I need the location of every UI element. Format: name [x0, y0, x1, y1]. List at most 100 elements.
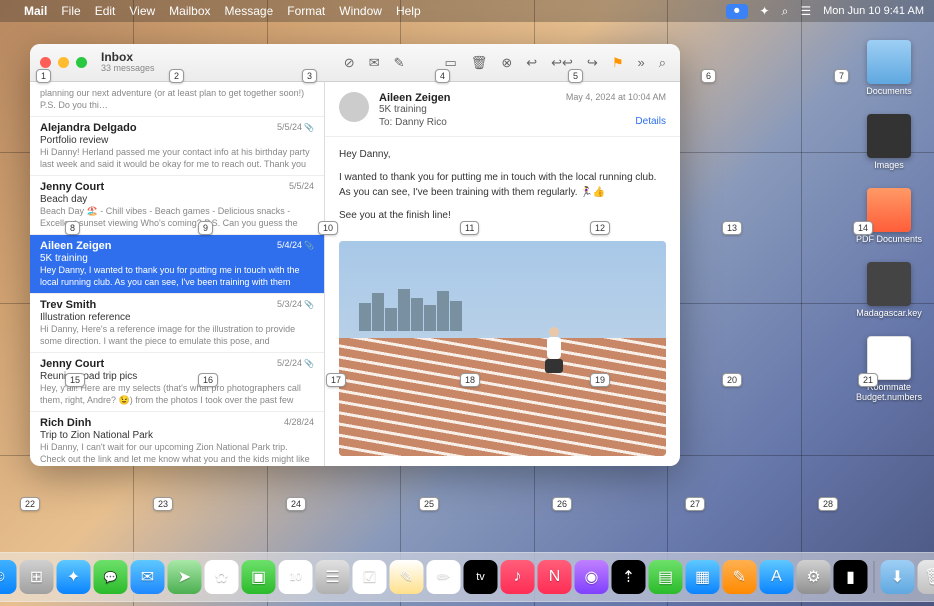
menubar-clock[interactable]: Mon Jun 10 9:41 AM [823, 5, 924, 17]
grid-number[interactable]: 7 [834, 69, 849, 83]
grid-number[interactable]: 14 [853, 221, 873, 235]
dock-contacts[interactable]: ☰ [316, 560, 350, 594]
desktop-item-num[interactable]: Roommate Budget.numbers [854, 336, 924, 402]
dock-podcasts[interactable]: ◉ [575, 560, 609, 594]
menu-window[interactable]: Window [339, 4, 382, 18]
dock-launchpad[interactable]: ⊞ [20, 560, 54, 594]
reply-all-icon[interactable]: ↩↩ [551, 55, 573, 71]
grid-number[interactable]: 3 [302, 69, 317, 83]
menu-help[interactable]: Help [396, 4, 421, 18]
desktop-item-key[interactable]: Madagascar.key [854, 262, 924, 318]
grid-number[interactable]: 16 [198, 373, 218, 387]
dock-notes[interactable]: ✎ [390, 560, 424, 594]
flag-icon[interactable]: ⚑ [612, 55, 624, 71]
grid-number[interactable]: 21 [858, 373, 878, 387]
search-icon[interactable]: ⌕ [782, 4, 789, 19]
message-item[interactable]: Alejandra Delgado 5/5/24📎 Portfolio revi… [30, 117, 324, 176]
grid-number[interactable]: 11 [460, 221, 479, 235]
grid-number[interactable]: 19 [590, 373, 610, 387]
grid-number[interactable]: 9 [198, 221, 213, 235]
trash-icon[interactable]: 🗑 [471, 55, 488, 71]
dock-settings[interactable]: ⚙ [797, 560, 831, 594]
dock-appstore[interactable]: A [760, 560, 794, 594]
filter-icon[interactable]: ⊘ [344, 55, 355, 71]
grid-number[interactable]: 28 [818, 497, 838, 511]
grid-number[interactable]: 26 [552, 497, 572, 511]
compose-icon[interactable]: ✎ [394, 55, 405, 71]
grid-number[interactable]: 8 [65, 221, 80, 235]
menu-format[interactable]: Format [287, 4, 325, 18]
dock-freeform[interactable]: ✏ [427, 560, 461, 594]
wifi-icon[interactable]: ✦ [760, 4, 770, 18]
message-item[interactable]: planning our next adventure (or at least… [30, 82, 324, 117]
reply-icon[interactable]: ↩ [526, 55, 537, 71]
dock-finder[interactable]: ☺ [0, 560, 17, 594]
grid-number[interactable]: 23 [153, 497, 173, 511]
msg-from: Rich Dinh [40, 417, 314, 429]
dock-maps[interactable]: ➤ [168, 560, 202, 594]
grid-number[interactable]: 2 [169, 69, 184, 83]
voice-control-indicator[interactable]: ⏺ [726, 4, 748, 19]
grid-number[interactable]: 4 [435, 69, 450, 83]
close-button[interactable] [40, 57, 51, 68]
dock-iphone-mirror[interactable]: ▮ [834, 560, 868, 594]
dock-numbers-app[interactable]: ▤ [649, 560, 683, 594]
dock-facetime[interactable]: ▣ [242, 560, 276, 594]
menu-edit[interactable]: Edit [95, 4, 116, 18]
dock-safari[interactable]: ✦ [57, 560, 91, 594]
message-item[interactable]: Aileen Zeigen 5/4/24📎 5K training Hey Da… [30, 235, 324, 294]
grid-number[interactable]: 20 [722, 373, 742, 387]
grid-number[interactable]: 12 [590, 221, 610, 235]
sender-avatar[interactable] [339, 92, 369, 122]
menu-file[interactable]: File [61, 4, 80, 18]
grid-number[interactable]: 22 [20, 497, 40, 511]
grid-number[interactable]: 17 [326, 373, 346, 387]
grid-number[interactable]: 6 [701, 69, 716, 83]
dock-downloads[interactable]: ⬇ [881, 560, 915, 594]
more-icon[interactable]: » [637, 55, 644, 71]
grid-number[interactable]: 10 [318, 221, 338, 235]
grid-number[interactable]: 5 [568, 69, 583, 83]
message-list[interactable]: planning our next adventure (or at least… [30, 82, 325, 466]
dock-photos[interactable]: ✿ [205, 560, 239, 594]
desktop-item-folder[interactable]: Documents [854, 40, 924, 96]
desktop-item-img[interactable]: Images [854, 114, 924, 170]
header-to: To: Danny Rico [379, 117, 666, 128]
zoom-button[interactable] [76, 57, 87, 68]
new-mail-icon[interactable]: ✉ [369, 55, 380, 71]
junk-icon[interactable]: ⊗ [501, 55, 512, 71]
minimize-button[interactable] [58, 57, 69, 68]
menu-message[interactable]: Message [225, 4, 274, 18]
dock-tv[interactable]: tv [464, 560, 498, 594]
message-item[interactable]: Rich Dinh 4/28/24 Trip to Zion National … [30, 412, 324, 466]
dock-messages[interactable]: 💬 [94, 560, 128, 594]
grid-number[interactable]: 13 [722, 221, 742, 235]
message-item[interactable]: Trev Smith 5/3/24📎 Illustration referenc… [30, 294, 324, 353]
grid-number[interactable]: 1 [36, 69, 51, 83]
dock-reminders[interactable]: ☑ [353, 560, 387, 594]
grid-number[interactable]: 25 [419, 497, 439, 511]
dock-keynote-app[interactable]: ▦ [686, 560, 720, 594]
grid-number[interactable]: 18 [460, 373, 480, 387]
dock-pages-app[interactable]: ✎ [723, 560, 757, 594]
dock-music[interactable]: ♪ [501, 560, 535, 594]
grid-number[interactable]: 15 [65, 373, 85, 387]
menu-view[interactable]: View [129, 4, 155, 18]
dock-news[interactable]: N [538, 560, 572, 594]
dock-stocks[interactable]: ⇡ [612, 560, 646, 594]
details-link[interactable]: Details [635, 116, 666, 127]
dock-trash[interactable]: 🗑 [918, 560, 934, 594]
desktop-item-pdf[interactable]: PDF Documents [854, 188, 924, 244]
msg-subject: Portfolio review [40, 135, 314, 146]
dock-calendar[interactable]: 10 [279, 560, 313, 594]
app-menu[interactable]: Mail [24, 4, 47, 18]
grid-number[interactable]: 27 [685, 497, 705, 511]
menu-mailbox[interactable]: Mailbox [169, 4, 210, 18]
grid-number[interactable]: 24 [286, 497, 306, 511]
control-center-icon[interactable]: ☰ [800, 4, 811, 18]
search-toolbar-icon[interactable]: ⌕ [659, 55, 666, 71]
dock-mail[interactable]: ✉ [131, 560, 165, 594]
mailbox-title: Inbox 33 messages [101, 51, 155, 74]
forward-icon[interactable]: ↪ [587, 55, 598, 71]
message-attachment-image[interactable] [339, 241, 666, 456]
